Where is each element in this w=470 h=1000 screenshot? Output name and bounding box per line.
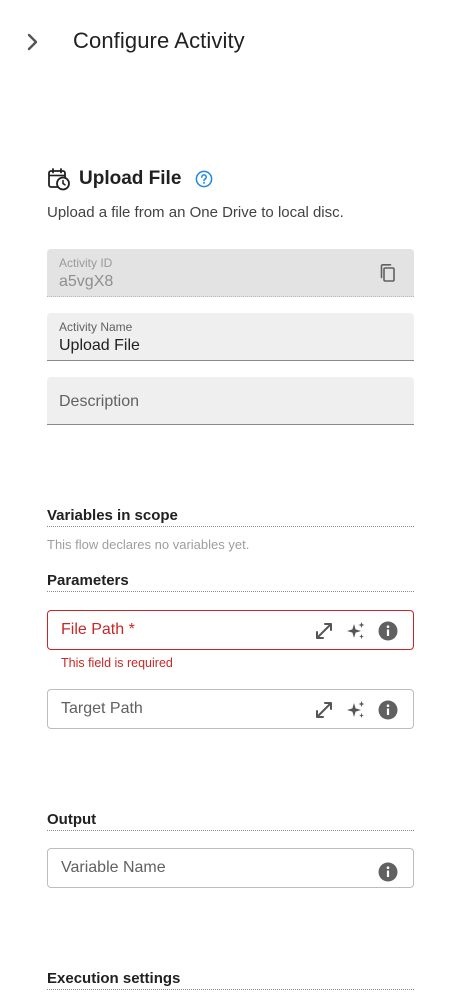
output-section-title: Output: [47, 811, 414, 831]
file-path-placeholder: File Path *: [61, 621, 135, 638]
info-icon[interactable]: [377, 699, 399, 721]
activity-id-field: Activity ID a5vgX8: [47, 249, 414, 297]
info-icon[interactable]: [377, 861, 399, 883]
chevron-right-icon: [27, 33, 38, 51]
help-circle-icon[interactable]: [195, 170, 213, 188]
expand-icon[interactable]: [313, 620, 335, 642]
file-path-actions: [313, 620, 399, 642]
file-path-error: This field is required: [61, 656, 173, 670]
description-placeholder: Description: [59, 393, 140, 410]
variable-name-field[interactable]: Variable Name: [47, 848, 414, 888]
collapse-panel-button[interactable]: [20, 28, 46, 56]
target-path-field[interactable]: Target Path: [47, 689, 414, 729]
variable-name-placeholder: Variable Name: [61, 859, 166, 876]
variable-name-actions: [377, 861, 399, 883]
activity-description: Upload a file from an One Drive to local…: [47, 204, 344, 221]
description-field[interactable]: Description: [47, 377, 414, 425]
activity-id-label: Activity ID: [59, 256, 113, 270]
calendar-clock-icon: [48, 168, 70, 191]
sparkle-icon[interactable]: [345, 699, 367, 721]
target-path-placeholder: Target Path: [61, 700, 143, 717]
parameters-section-title: Parameters: [47, 572, 414, 592]
expand-icon[interactable]: [313, 699, 335, 721]
variables-empty-note: This flow declares no variables yet.: [47, 537, 250, 552]
execution-section-title: Execution settings: [47, 970, 414, 990]
activity-heading: Upload File: [47, 165, 213, 193]
copy-icon[interactable]: [378, 263, 398, 283]
variables-section-title: Variables in scope: [47, 507, 414, 527]
activity-id-value: a5vgX8: [59, 273, 114, 290]
file-path-field[interactable]: File Path *: [47, 610, 414, 650]
panel-header: Configure Activity: [0, 0, 470, 84]
page-title: Configure Activity: [73, 28, 245, 53]
activity-name-heading: Upload File: [79, 168, 182, 189]
target-path-actions: [313, 699, 399, 721]
activity-name-field[interactable]: Activity Name Upload File: [47, 313, 414, 361]
sparkle-icon[interactable]: [345, 620, 367, 642]
activity-name-label: Activity Name: [59, 320, 133, 334]
activity-name-value[interactable]: Upload File: [59, 337, 140, 355]
info-icon[interactable]: [377, 620, 399, 642]
